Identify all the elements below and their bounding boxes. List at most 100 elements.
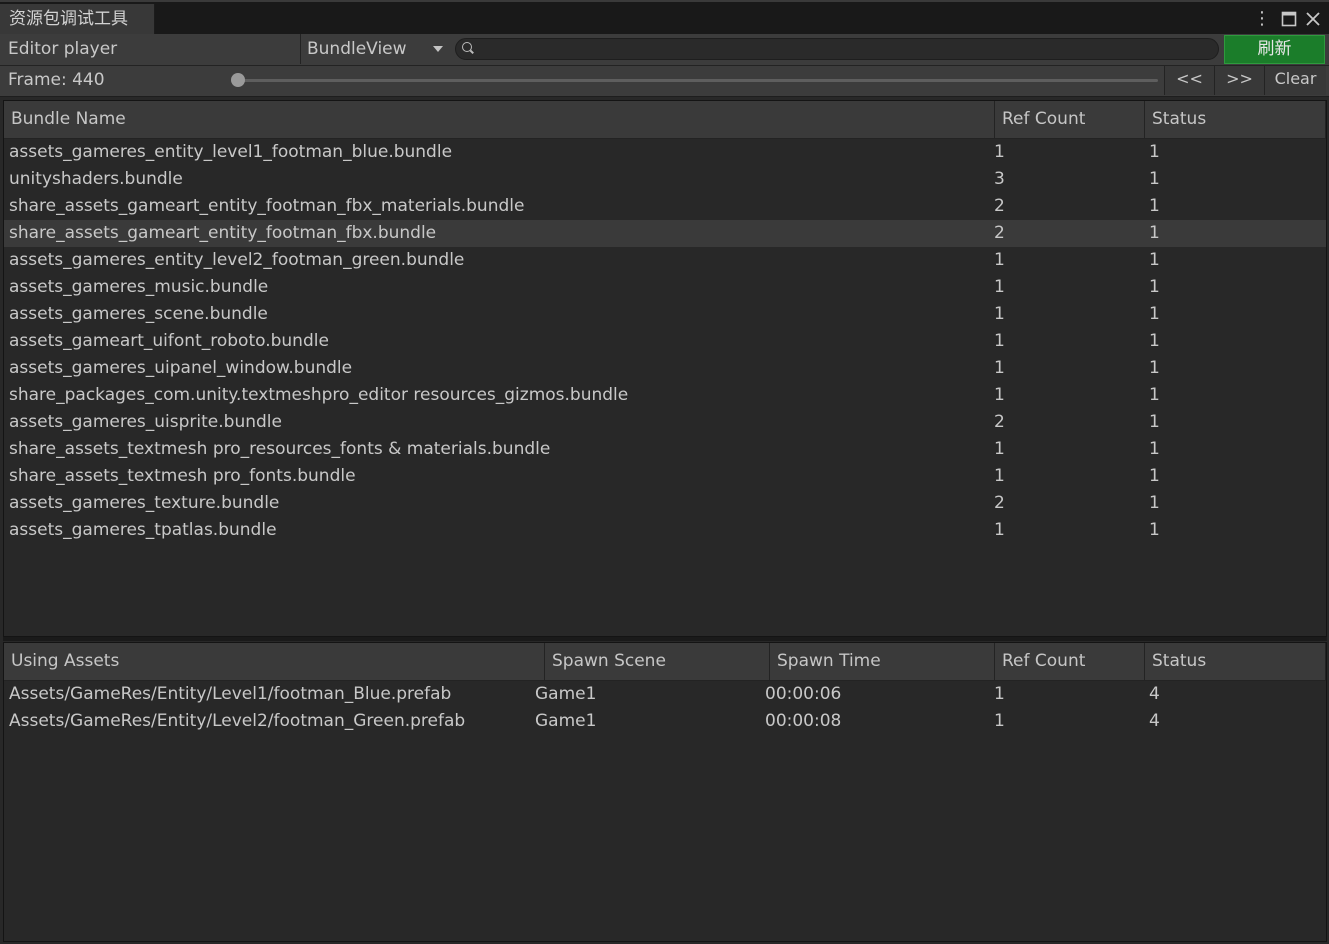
table-row[interactable]: Assets/GameRes/Entity/Level1/footman_Blu… bbox=[4, 681, 1326, 708]
bundle-name-cell: assets_gameres_texture.bundle bbox=[9, 493, 280, 513]
search-field[interactable] bbox=[455, 38, 1219, 61]
table-row[interactable]: assets_gameart_uifont_roboto.bundle 1 1 bbox=[4, 328, 1326, 355]
ref-count-cell: 1 bbox=[994, 385, 1005, 405]
player-mode-label: Editor player bbox=[8, 39, 118, 59]
ref-count-cell: 3 bbox=[994, 169, 1005, 189]
status-cell: 1 bbox=[1149, 412, 1160, 432]
bundle-table-header: Bundle Name Ref Count Status bbox=[4, 101, 1326, 139]
column-header-ref-count[interactable]: Ref Count bbox=[995, 101, 1145, 138]
table-row[interactable]: share_assets_textmesh pro_fonts.bundle 1 1 bbox=[4, 463, 1326, 490]
column-header-spawn-scene[interactable]: Spawn Scene bbox=[545, 643, 770, 680]
search-input[interactable] bbox=[476, 39, 1215, 61]
bundle-name-cell: assets_gameres_scene.bundle bbox=[9, 304, 268, 324]
column-header-asset-ref-count[interactable]: Ref Count bbox=[995, 643, 1145, 680]
status-cell: 1 bbox=[1149, 520, 1160, 540]
maximize-icon[interactable] bbox=[1278, 6, 1300, 32]
clear-button[interactable]: Clear bbox=[1264, 66, 1326, 95]
tab-asset-bundle-debugger[interactable]: 资源包调试工具 bbox=[0, 4, 155, 36]
next-frame-button[interactable]: >> bbox=[1214, 66, 1264, 95]
table-row[interactable]: assets_gameres_texture.bundle 2 1 bbox=[4, 490, 1326, 517]
frame-label: Frame: 440 bbox=[8, 70, 105, 90]
column-header-spawn-time[interactable]: Spawn Time bbox=[770, 643, 995, 680]
spawn-time-cell: 00:00:06 bbox=[765, 684, 842, 704]
asset-status-cell: 4 bbox=[1149, 684, 1160, 704]
table-row[interactable]: assets_gameres_entity_level2_footman_gre… bbox=[4, 247, 1326, 274]
status-cell: 1 bbox=[1149, 493, 1160, 513]
column-header-status[interactable]: Status bbox=[1145, 101, 1326, 138]
status-cell: 1 bbox=[1149, 439, 1160, 459]
search-icon bbox=[462, 42, 472, 52]
bundle-name-cell: assets_gameres_entity_level2_footman_gre… bbox=[9, 250, 465, 270]
asset-bundle-debug-window: 资源包调试工具 ⋮ Editor player BundleView 刷新 Fr… bbox=[0, 0, 1329, 944]
table-row[interactable]: assets_gameres_entity_level1_footman_blu… bbox=[4, 139, 1326, 166]
frame-slider-thumb[interactable] bbox=[231, 73, 245, 87]
status-cell: 1 bbox=[1149, 223, 1160, 243]
frame-bar: Frame: 440 << >> Clear bbox=[0, 66, 1329, 97]
ref-count-cell: 1 bbox=[994, 439, 1005, 459]
ref-count-cell: 1 bbox=[994, 277, 1005, 297]
status-cell: 1 bbox=[1149, 277, 1160, 297]
table-row[interactable]: share_assets_gameart_entity_footman_fbx.… bbox=[4, 220, 1326, 247]
column-header-using-assets[interactable]: Using Assets bbox=[4, 643, 545, 680]
table-row[interactable]: assets_gameres_tpatlas.bundle 1 1 bbox=[4, 517, 1326, 544]
ref-count-cell: 2 bbox=[994, 412, 1005, 432]
assets-table-header: Using Assets Spawn Scene Spawn Time Ref … bbox=[4, 643, 1326, 681]
ref-count-cell: 2 bbox=[994, 223, 1005, 243]
ref-count-cell: 1 bbox=[994, 250, 1005, 270]
table-row[interactable]: unityshaders.bundle 3 1 bbox=[4, 166, 1326, 193]
status-cell: 1 bbox=[1149, 466, 1160, 486]
table-row[interactable]: assets_gameres_scene.bundle 1 1 bbox=[4, 301, 1326, 328]
table-row[interactable]: assets_gameres_uisprite.bundle 2 1 bbox=[4, 409, 1326, 436]
bundle-name-cell: share_assets_textmesh pro_fonts.bundle bbox=[9, 466, 356, 486]
table-row[interactable]: assets_gameres_music.bundle 1 1 bbox=[4, 274, 1326, 301]
status-cell: 1 bbox=[1149, 169, 1160, 189]
spawn-scene-cell: Game1 bbox=[535, 711, 597, 731]
asset-ref-count-cell: 1 bbox=[994, 711, 1005, 731]
table-row[interactable]: assets_gameres_uipanel_window.bundle 1 1 bbox=[4, 355, 1326, 382]
bundle-name-cell: assets_gameres_entity_level1_footman_blu… bbox=[9, 142, 453, 162]
frame-slider-track[interactable] bbox=[238, 79, 1158, 82]
bundle-name-cell: assets_gameres_tpatlas.bundle bbox=[9, 520, 277, 540]
bundle-name-cell: assets_gameres_uipanel_window.bundle bbox=[9, 358, 353, 378]
chevron-down-icon bbox=[433, 46, 443, 52]
ref-count-cell: 1 bbox=[994, 466, 1005, 486]
bundle-name-cell: assets_gameres_uisprite.bundle bbox=[9, 412, 282, 432]
bundle-name-cell: unityshaders.bundle bbox=[9, 169, 183, 189]
ref-count-cell: 1 bbox=[994, 358, 1005, 378]
bundle-name-cell: share_assets_gameart_entity_footman_fbx.… bbox=[9, 223, 437, 243]
table-row[interactable]: Assets/GameRes/Entity/Level2/footman_Gre… bbox=[4, 708, 1326, 735]
table-row[interactable]: share_assets_gameart_entity_footman_fbx_… bbox=[4, 193, 1326, 220]
kebab-icon[interactable]: ⋮ bbox=[1251, 6, 1273, 32]
bundle-name-cell: assets_gameres_music.bundle bbox=[9, 277, 269, 297]
ref-count-cell: 1 bbox=[994, 142, 1005, 162]
asset-ref-count-cell: 1 bbox=[994, 684, 1005, 704]
bundle-name-cell: share_assets_textmesh pro_resources_font… bbox=[9, 439, 551, 459]
column-header-asset-status[interactable]: Status bbox=[1145, 643, 1326, 680]
status-cell: 1 bbox=[1149, 250, 1160, 270]
ref-count-cell: 1 bbox=[994, 304, 1005, 324]
column-header-bundle-name[interactable]: Bundle Name bbox=[4, 101, 995, 138]
using-assets-table: Using Assets Spawn Scene Spawn Time Ref … bbox=[3, 642, 1327, 942]
status-cell: 1 bbox=[1149, 385, 1160, 405]
view-select[interactable]: BundleView bbox=[300, 34, 449, 64]
bundle-table: Bundle Name Ref Count Status assets_game… bbox=[3, 100, 1327, 637]
spawn-scene-cell: Game1 bbox=[535, 684, 597, 704]
asset-status-cell: 4 bbox=[1149, 711, 1160, 731]
tab-bar: 资源包调试工具 ⋮ bbox=[0, 0, 1329, 36]
ref-count-cell: 2 bbox=[994, 493, 1005, 513]
ref-count-cell: 1 bbox=[994, 331, 1005, 351]
status-cell: 1 bbox=[1149, 196, 1160, 216]
spawn-time-cell: 00:00:08 bbox=[765, 711, 842, 731]
asset-path-cell: Assets/GameRes/Entity/Level1/footman_Blu… bbox=[9, 684, 452, 704]
close-icon[interactable] bbox=[1302, 6, 1324, 32]
table-row[interactable]: share_assets_textmesh pro_resources_font… bbox=[4, 436, 1326, 463]
view-select-value: BundleView bbox=[307, 39, 407, 59]
split-divider[interactable] bbox=[3, 637, 1327, 641]
toolbar: Editor player BundleView 刷新 bbox=[0, 34, 1329, 66]
table-row[interactable]: share_packages_com.unity.textmeshpro_edi… bbox=[4, 382, 1326, 409]
prev-frame-button[interactable]: << bbox=[1164, 66, 1214, 95]
status-cell: 1 bbox=[1149, 331, 1160, 351]
ref-count-cell: 1 bbox=[994, 520, 1005, 540]
bundle-name-cell: share_assets_gameart_entity_footman_fbx_… bbox=[9, 196, 525, 216]
refresh-button[interactable]: 刷新 bbox=[1224, 35, 1325, 64]
